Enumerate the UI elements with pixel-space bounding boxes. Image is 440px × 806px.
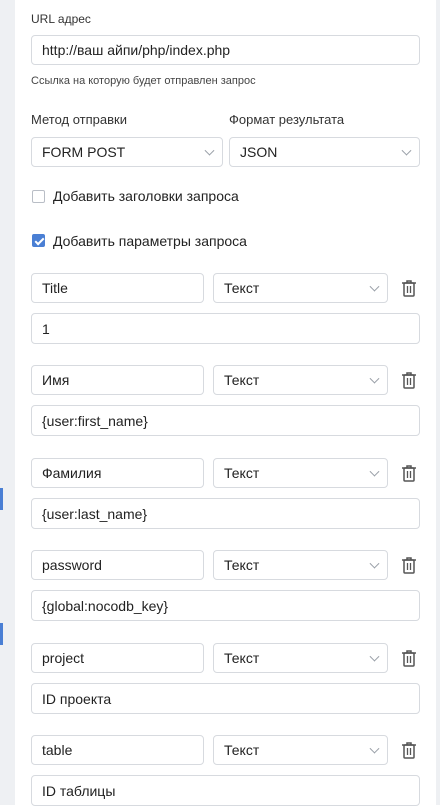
param-key-input[interactable]: Имя [31, 365, 204, 395]
param-key-value: Фамилия [42, 465, 102, 481]
right-background [436, 0, 440, 805]
url-hint: Ссылка на которую будет отправлен запрос [31, 75, 256, 87]
param-type-value: Текст [224, 742, 260, 758]
edge-marker [0, 623, 3, 645]
chevron-down-icon [369, 466, 380, 477]
format-select[interactable]: JSON [229, 137, 420, 167]
param-type-value: Текст [224, 280, 260, 296]
param-type-select[interactable]: Текст [213, 273, 388, 303]
headers-checkbox[interactable] [32, 190, 45, 203]
param-key-input[interactable]: Title [31, 273, 204, 303]
param-value-text: ID проекта [42, 690, 112, 707]
format-label: Формат результата [229, 112, 345, 127]
param-value-text: {global:nocodb_key} [42, 597, 169, 614]
chevron-down-icon [369, 743, 380, 754]
chevron-down-icon [369, 651, 380, 662]
trash-icon[interactable] [401, 556, 417, 574]
edge-marker [0, 488, 3, 510]
trash-icon[interactable] [401, 649, 417, 667]
param-key-input[interactable]: table [31, 735, 204, 765]
url-input[interactable]: http://ваш айпи/php/index.php [31, 35, 420, 65]
param-key-input[interactable]: project [31, 643, 204, 673]
param-type-value: Текст [224, 650, 260, 666]
param-value-input[interactable]: {user:first_name} [31, 405, 420, 436]
trash-icon[interactable] [401, 464, 417, 482]
param-value-text: {user:last_name} [42, 505, 148, 522]
param-value-input[interactable]: 1 [31, 313, 420, 344]
param-type-value: Текст [224, 372, 260, 388]
param-type-select[interactable]: Текст [213, 458, 388, 488]
method-select[interactable]: FORM POST [31, 137, 223, 167]
param-key-value: project [42, 650, 85, 666]
param-value-input[interactable]: ID проекта [31, 683, 420, 714]
url-value: http://ваш айпи/php/index.php [42, 42, 231, 58]
chevron-down-icon [369, 281, 380, 292]
param-value-text: {user:first_name} [42, 412, 148, 429]
param-type-select[interactable]: Текст [213, 735, 388, 765]
left-background [0, 0, 15, 805]
chevron-down-icon [369, 558, 380, 569]
chevron-down-icon [369, 373, 380, 384]
param-type-select[interactable]: Текст [213, 365, 388, 395]
format-value: JSON [240, 144, 278, 160]
chevron-down-icon [401, 145, 412, 156]
params-checkbox[interactable] [32, 234, 45, 247]
method-label: Метод отправки [31, 112, 127, 127]
param-key-input[interactable]: password [31, 550, 204, 580]
param-key-value: table [42, 742, 73, 758]
param-type-value: Текст [224, 465, 260, 481]
param-type-select[interactable]: Текст [213, 550, 388, 580]
param-key-value: Имя [42, 372, 70, 388]
method-value: FORM POST [42, 144, 126, 160]
param-key-input[interactable]: Фамилия [31, 458, 204, 488]
param-type-value: Текст [224, 557, 260, 573]
param-type-select[interactable]: Текст [213, 643, 388, 673]
trash-icon[interactable] [401, 371, 417, 389]
param-value-input[interactable]: ID таблицы [31, 775, 420, 806]
param-value-input[interactable]: {user:last_name} [31, 498, 420, 529]
param-key-value: password [42, 557, 102, 573]
trash-icon[interactable] [401, 279, 417, 297]
param-key-value: Title [42, 280, 68, 296]
trash-icon[interactable] [401, 741, 417, 759]
param-value-input[interactable]: {global:nocodb_key} [31, 590, 420, 621]
chevron-down-icon [204, 145, 215, 156]
param-value-text: ID таблицы [42, 782, 116, 799]
param-value-text: 1 [42, 320, 50, 337]
headers-checkbox-label[interactable]: Добавить заголовки запроса [53, 188, 239, 204]
request-settings-panel: URL адрес http://ваш айпи/php/index.php … [15, 0, 436, 806]
params-checkbox-label[interactable]: Добавить параметры запроса [53, 233, 247, 249]
url-label: URL адрес [31, 12, 91, 26]
